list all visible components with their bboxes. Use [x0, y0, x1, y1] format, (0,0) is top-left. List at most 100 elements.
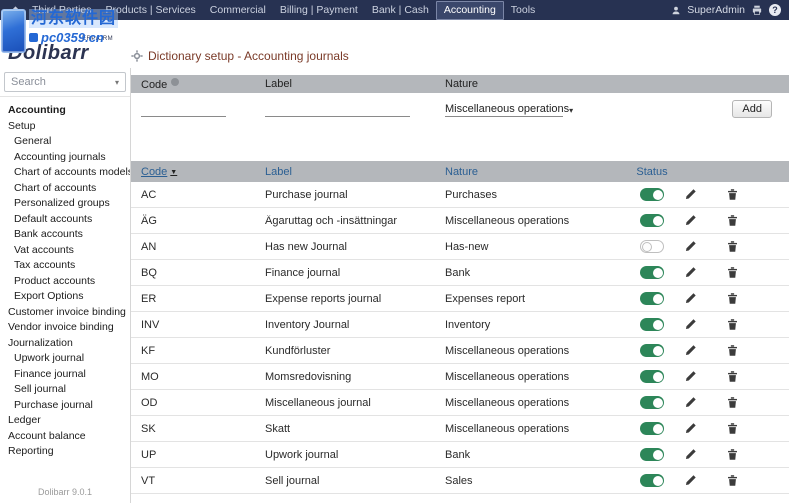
- topnav-item[interactable]: Tools: [504, 0, 543, 20]
- topnav-item[interactable]: Billing | Payment: [273, 0, 365, 20]
- help-icon[interactable]: [769, 4, 781, 16]
- cell-code: ÄG: [131, 215, 265, 227]
- sidebar-item[interactable]: Default accounts: [0, 212, 130, 228]
- status-toggle[interactable]: [640, 240, 664, 253]
- cell-nature: Sales: [445, 475, 635, 487]
- add-button[interactable]: Add: [732, 100, 772, 118]
- trash-icon: [726, 370, 739, 383]
- pencil-icon: [684, 422, 697, 435]
- trash-icon: [726, 474, 739, 487]
- status-toggle[interactable]: [640, 448, 664, 461]
- sidebar-item[interactable]: Tax accounts: [0, 258, 130, 274]
- edit-button[interactable]: [684, 188, 697, 201]
- search-area: Search ▾: [0, 68, 130, 97]
- edit-button[interactable]: [684, 396, 697, 409]
- table-header: Code▼ Label Nature Status: [131, 161, 789, 182]
- sidebar-item[interactable]: Product accounts: [0, 274, 130, 290]
- sidebar-item[interactable]: Chart of accounts models: [0, 165, 130, 181]
- edit-button[interactable]: [684, 370, 697, 383]
- sidebar-item[interactable]: Accounting journals: [0, 150, 130, 166]
- sidebar-item[interactable]: Customer invoice binding: [0, 305, 130, 321]
- status-toggle[interactable]: [640, 422, 664, 435]
- table-row: KF Kundförluster Miscellaneous operation…: [131, 338, 789, 364]
- sidebar-item[interactable]: Accounting: [0, 103, 130, 119]
- sidebar-item[interactable]: Personalized groups: [0, 196, 130, 212]
- sidebar-item[interactable]: Account balance: [0, 429, 130, 445]
- sidebar-item[interactable]: Journalization: [0, 336, 130, 352]
- delete-button[interactable]: [726, 240, 739, 253]
- edit-button[interactable]: [684, 422, 697, 435]
- table-body: AC Purchase journal Purchases: [131, 182, 789, 494]
- label-input[interactable]: [265, 101, 410, 117]
- edit-button[interactable]: [684, 344, 697, 357]
- search-select[interactable]: Search ▾: [4, 72, 126, 92]
- trash-icon: [726, 344, 739, 357]
- delete-button[interactable]: [726, 266, 739, 279]
- sidebar-item[interactable]: Purchase journal: [0, 398, 130, 414]
- status-toggle[interactable]: [640, 344, 664, 357]
- cell-code: KF: [131, 345, 265, 357]
- sidebar-item[interactable]: Chart of accounts: [0, 181, 130, 197]
- spacer: [131, 123, 789, 161]
- sidebar-item[interactable]: Upwork journal: [0, 351, 130, 367]
- status-toggle[interactable]: [640, 318, 664, 331]
- table-row: ÄG Ägaruttag och -insättningar Miscellan…: [131, 208, 789, 234]
- code-input[interactable]: [141, 101, 226, 117]
- sidebar: Search ▾ Accounting Setup General Accoun…: [0, 68, 131, 503]
- topnav-item[interactable]: Commercial: [203, 0, 273, 20]
- cell-nature: Expenses report: [445, 293, 635, 305]
- status-toggle[interactable]: [640, 214, 664, 227]
- sidebar-item[interactable]: Vat accounts: [0, 243, 130, 259]
- toggle-knob: [653, 216, 663, 226]
- sidebar-item[interactable]: Sell journal: [0, 382, 130, 398]
- edit-button[interactable]: [684, 318, 697, 331]
- delete-button[interactable]: [726, 370, 739, 383]
- help-badge-icon[interactable]: [171, 78, 179, 86]
- edit-button[interactable]: [684, 448, 697, 461]
- status-toggle[interactable]: [640, 292, 664, 305]
- cell-nature: Purchases: [445, 189, 635, 201]
- delete-button[interactable]: [726, 188, 739, 201]
- sidebar-item[interactable]: Ledger: [0, 413, 130, 429]
- edit-button[interactable]: [684, 214, 697, 227]
- version-label: Dolibarr 9.0.1: [0, 487, 130, 497]
- sidebar-item[interactable]: Vendor invoice binding: [0, 320, 130, 336]
- delete-button[interactable]: [726, 292, 739, 305]
- sidebar-item[interactable]: Setup: [0, 119, 130, 135]
- sidebar-item[interactable]: Reporting: [0, 444, 130, 460]
- sidebar-item[interactable]: General: [0, 134, 130, 150]
- col-code-link[interactable]: Code▼: [141, 166, 177, 178]
- status-toggle[interactable]: [640, 474, 664, 487]
- delete-button[interactable]: [726, 396, 739, 409]
- cell-code: INV: [131, 319, 265, 331]
- status-toggle[interactable]: [640, 396, 664, 409]
- delete-button[interactable]: [726, 214, 739, 227]
- user-name[interactable]: SuperAdmin: [687, 4, 745, 16]
- delete-button[interactable]: [726, 474, 739, 487]
- cell-label: Has new Journal: [265, 241, 445, 253]
- edit-button[interactable]: [684, 474, 697, 487]
- edit-button[interactable]: [684, 240, 697, 253]
- delete-button[interactable]: [726, 344, 739, 357]
- sidebar-item[interactable]: Export Options: [0, 289, 130, 305]
- cell-nature: Miscellaneous operations: [445, 215, 635, 227]
- sidebar-item[interactable]: Bank accounts: [0, 227, 130, 243]
- delete-button[interactable]: [726, 448, 739, 461]
- nature-select[interactable]: Miscellaneous operations ▾: [445, 100, 563, 117]
- col-nature-link[interactable]: Nature: [445, 166, 478, 178]
- toggle-knob: [642, 242, 652, 252]
- col-status-link[interactable]: Status: [636, 166, 667, 178]
- sidebar-item[interactable]: Finance journal: [0, 367, 130, 383]
- delete-button[interactable]: [726, 422, 739, 435]
- col-label-link[interactable]: Label: [265, 166, 292, 178]
- topnav-item[interactable]: Bank | Cash: [365, 0, 436, 20]
- status-toggle[interactable]: [640, 370, 664, 383]
- printer-icon[interactable]: [751, 5, 763, 16]
- status-toggle[interactable]: [640, 266, 664, 279]
- edit-button[interactable]: [684, 292, 697, 305]
- delete-button[interactable]: [726, 318, 739, 331]
- status-toggle[interactable]: [640, 188, 664, 201]
- header-band: ERP/CRM Dolibarr Dictionary setup - Acco…: [0, 20, 789, 68]
- topnav-item[interactable]: Accounting: [436, 1, 504, 20]
- edit-button[interactable]: [684, 266, 697, 279]
